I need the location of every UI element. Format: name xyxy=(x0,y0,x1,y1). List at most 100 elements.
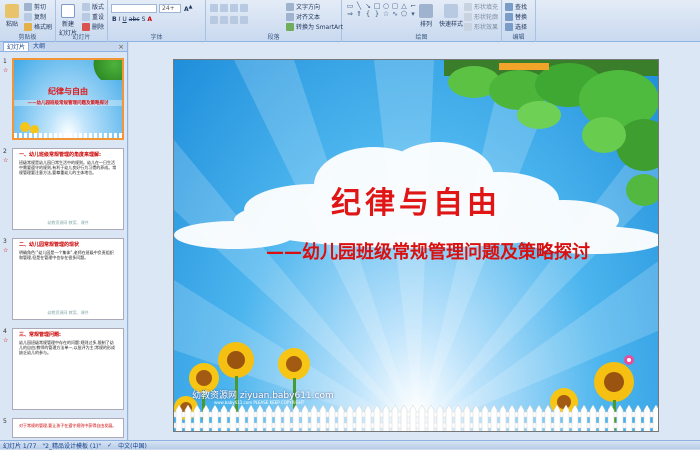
fence-picket xyxy=(454,404,462,431)
replace-icon xyxy=(505,12,513,21)
shadow-icon[interactable]: S xyxy=(142,16,146,23)
fence-picket xyxy=(607,404,615,431)
copy-button[interactable]: 复制 xyxy=(24,12,46,21)
fence-picket xyxy=(391,404,399,431)
indent-icon[interactable] xyxy=(230,4,238,12)
textbox-shape-icon[interactable]: ▭ xyxy=(346,3,354,10)
fence-picket xyxy=(562,404,570,431)
slide-subtitle[interactable]: ——幼儿园班级常规管理问题及策略探讨 xyxy=(198,238,658,264)
cut-button[interactable]: 剪切 xyxy=(24,2,46,11)
fence-picket xyxy=(634,404,642,431)
align-buttons xyxy=(210,16,248,24)
slide-thumbnail[interactable]: 对于常规的管理,要让孩子在遵守规则中获得自由发展。 xyxy=(12,418,124,438)
layout-icon xyxy=(82,2,90,11)
pentagon-shape-icon[interactable]: ⬠ xyxy=(400,11,408,18)
shape-fill-button[interactable]: 形状填充 xyxy=(464,2,498,11)
fence-picket xyxy=(553,404,561,431)
close-panel-icon[interactable]: × xyxy=(118,43,124,51)
font-color-icon[interactable]: A xyxy=(147,16,152,23)
clipboard-group-label: 剪贴板 xyxy=(18,34,37,41)
right-arrow-shape-icon[interactable]: ⇒ xyxy=(346,11,354,18)
spellcheck-icon[interactable]: ✓ xyxy=(107,442,112,449)
align-left-icon[interactable] xyxy=(210,16,218,24)
slide-thumbnail[interactable]: 二、幼儿园常规管理的现状 明确角色:“幼儿园是一个集体”,老师在班级中负责组织和… xyxy=(12,238,124,320)
align-text-icon xyxy=(286,12,294,21)
fence-picket xyxy=(328,404,336,431)
slide-canvas: 纪律与自由 ——幼儿园班级常规管理问题及策略探讨 幼教资源网 ziyuan.ba… xyxy=(129,42,700,440)
outline-icon xyxy=(464,12,472,21)
line-shape-icon[interactable]: ╲ xyxy=(355,3,363,10)
text-direction-button[interactable]: 文字方向 xyxy=(286,2,320,11)
quick-styles-icon xyxy=(444,4,458,18)
strikethrough-icon[interactable]: abc xyxy=(129,16,140,23)
underline-icon[interactable]: U xyxy=(122,16,126,23)
italic-icon[interactable]: I xyxy=(119,16,121,23)
slides-group-label: 幻灯片 xyxy=(72,34,91,41)
find-button[interactable]: 查找 xyxy=(505,2,527,11)
fence-picket xyxy=(526,404,534,431)
align-center-icon[interactable] xyxy=(220,16,228,24)
slide-thumbnail[interactable]: 一、幼儿班级常规管理的角度来理解: 班级常规是幼儿园日常生活中的规则。幼儿在一日… xyxy=(12,148,124,230)
fence-picket xyxy=(571,404,579,431)
numbering-icon[interactable] xyxy=(220,4,228,12)
format-painter-button[interactable]: 格式刷 xyxy=(24,22,52,31)
language-status[interactable]: 中文(中国) xyxy=(118,441,147,450)
bullets-icon[interactable] xyxy=(210,4,218,12)
scissors-icon xyxy=(24,2,32,11)
quick-styles-button[interactable]: 快速样式 xyxy=(438,2,464,28)
rounded-rect-shape-icon[interactable]: ▢ xyxy=(391,3,399,10)
editing-group: 查找 替换 选择 编辑 xyxy=(502,0,536,42)
shape-outline-button[interactable]: 形状轮廓 xyxy=(464,12,498,21)
slide-number: 1 xyxy=(3,58,7,65)
outdent-icon[interactable] xyxy=(240,4,248,12)
arrange-button[interactable]: 排列 xyxy=(416,2,436,28)
delete-icon xyxy=(82,22,90,31)
fence-picket xyxy=(589,404,597,431)
font-size-combo[interactable]: 24+ xyxy=(159,4,181,13)
grow-font-button[interactable]: A▲ xyxy=(184,4,193,13)
replace-button[interactable]: 替换 xyxy=(505,12,527,21)
fence-picket xyxy=(463,404,471,431)
brush-icon xyxy=(24,22,32,31)
current-slide[interactable]: 纪律与自由 ——幼儿园班级常规管理问题及策略探讨 幼教资源网 ziyuan.ba… xyxy=(173,59,659,432)
status-bar: 幻灯片 1/77 "2_精品设计模板 (1)" ✓ 中文(中国) xyxy=(0,440,700,450)
paragraph-group: 文字方向 对齐文本 转换为 SmartArt 段落 xyxy=(206,0,343,42)
slide-title[interactable]: 纪律与自由 xyxy=(174,178,658,222)
star-shape-icon[interactable]: ☆ xyxy=(382,11,390,18)
shapes-gallery[interactable]: ▭ ╲ ↘ □ ○ ▢ △ ⌐ ⇒ ⇑{} ☆ ∿ ⬠ ▾ xyxy=(346,3,417,18)
fill-icon xyxy=(464,2,472,11)
grow-font-icon: A▲ xyxy=(184,4,193,13)
up-arrow-shape-icon[interactable]: ⇑ xyxy=(355,11,363,18)
text-direction-icon xyxy=(286,2,294,11)
arrow-shape-icon[interactable]: ↘ xyxy=(364,3,372,10)
paste-button[interactable]: 粘贴 xyxy=(2,2,22,28)
tab-slides[interactable]: 幻灯片 xyxy=(3,42,30,51)
shape-effects-button[interactable]: 形状效果 xyxy=(464,22,498,31)
bold-icon[interactable]: B xyxy=(112,16,117,23)
align-text-button[interactable]: 对齐文本 xyxy=(286,12,320,21)
tab-outline[interactable]: 大纲 xyxy=(30,42,48,51)
justify-icon[interactable] xyxy=(240,16,248,24)
rect-shape-icon[interactable]: □ xyxy=(373,3,381,10)
oval-shape-icon[interactable]: ○ xyxy=(382,3,390,10)
smartart-button[interactable]: 转换为 SmartArt xyxy=(286,22,343,31)
ribbon: 粘贴 剪切 复制 格式刷 剪贴板 新建 幻灯片 版式 重设 删除 幻灯片 24+… xyxy=(0,0,700,42)
select-button[interactable]: 选择 xyxy=(505,22,527,31)
brace-shape-icon[interactable]: { xyxy=(364,11,372,18)
copy-icon xyxy=(24,12,32,21)
align-right-icon[interactable] xyxy=(230,16,238,24)
fence-picket xyxy=(184,404,192,431)
slide-thumbnail[interactable]: 纪律与自由 ——幼儿园班级常规管理问题及策略探讨 xyxy=(12,58,124,140)
font-group-label: 字体 xyxy=(150,34,163,41)
thumb-footer: 幼教资源网 教案、课件 xyxy=(47,310,89,315)
slide-thumbnail[interactable]: 三、常规管理问题: 幼儿园班级常规管理中存在的问题:规则过多,限制了幼儿的自由;… xyxy=(12,328,124,410)
fence-picket xyxy=(598,404,606,431)
reset-button[interactable]: 重设 xyxy=(82,12,104,21)
triangle-shape-icon[interactable]: △ xyxy=(400,3,408,10)
curve-shape-icon[interactable]: ∿ xyxy=(391,11,399,18)
sunflower-decor xyxy=(20,122,30,132)
font-name-combo[interactable] xyxy=(111,4,157,13)
delete-slide-button[interactable]: 删除 xyxy=(82,22,104,31)
brace2-shape-icon[interactable]: } xyxy=(373,11,381,18)
layout-button[interactable]: 版式 xyxy=(82,2,104,11)
